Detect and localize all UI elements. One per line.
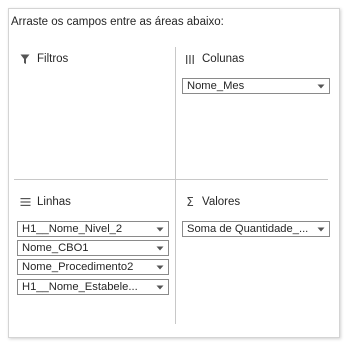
filters-area-header: Filtros <box>19 53 68 65</box>
vertical-divider <box>175 47 176 324</box>
rows-field-4[interactable]: H1__Nome_Estabele... <box>17 279 169 295</box>
instructions-text: Arraste os campos entre as áreas abaixo: <box>11 16 224 28</box>
rows-field-1[interactable]: H1__Nome_Nivel_2 <box>17 221 169 237</box>
filter-icon <box>19 53 31 65</box>
columns-icon <box>184 53 196 65</box>
chevron-down-icon[interactable] <box>155 225 164 234</box>
values-area-title: Valores <box>202 196 241 208</box>
chevron-down-icon[interactable] <box>316 82 325 91</box>
field-label: H1__Nome_Nivel_2 <box>22 223 123 235</box>
sigma-icon: Σ <box>186 195 194 209</box>
values-field-soma-quantidade[interactable]: Soma de Quantidade_... <box>182 221 330 237</box>
rows-area-title: Linhas <box>37 196 71 208</box>
chevron-down-icon[interactable] <box>316 225 325 234</box>
columns-area-title: Colunas <box>202 53 245 65</box>
chevron-down-icon[interactable] <box>155 263 164 272</box>
filters-drop-zone[interactable] <box>14 70 170 174</box>
rows-icon <box>19 196 31 208</box>
filters-area-title: Filtros <box>37 53 69 65</box>
rows-field-3[interactable]: Nome_Procedimento2 <box>17 259 169 275</box>
field-label: Nome_Procedimento2 <box>22 261 134 273</box>
field-label: Nome_CBO1 <box>22 242 89 254</box>
horizontal-divider <box>14 179 328 180</box>
field-label: Soma de Quantidade_... <box>187 223 309 235</box>
chevron-down-icon[interactable] <box>155 283 164 292</box>
values-area-header: Σ Valores <box>184 195 241 209</box>
field-label: Nome_Mes <box>187 80 245 92</box>
field-label: H1__Nome_Estabele... <box>22 281 138 293</box>
columns-field-nome-mes[interactable]: Nome_Mes <box>182 78 330 94</box>
rows-field-2[interactable]: Nome_CBO1 <box>17 240 169 256</box>
chevron-down-icon[interactable] <box>155 244 164 253</box>
columns-area-header: Colunas <box>184 53 244 65</box>
rows-area-header: Linhas <box>19 196 71 208</box>
